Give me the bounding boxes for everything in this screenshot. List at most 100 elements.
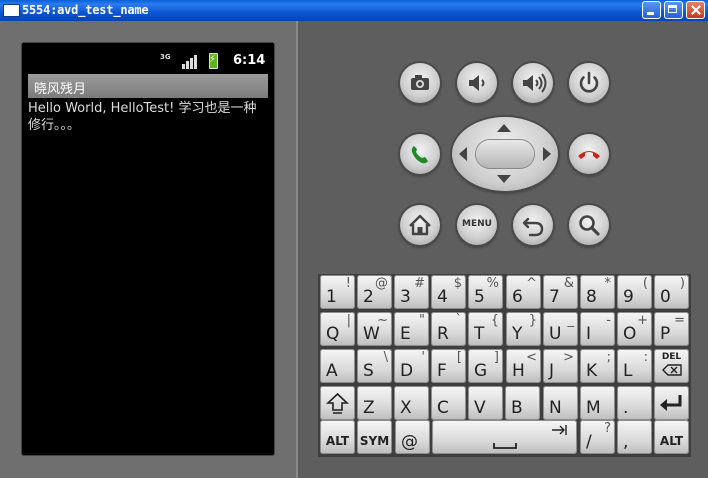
keyboard-key[interactable]: U _ — [543, 312, 578, 346]
keyboard-key[interactable]: E " — [394, 312, 429, 346]
keyboard-key[interactable]: C — [431, 386, 466, 420]
key-alt-label: [ — [456, 350, 462, 365]
keyboard-key[interactable]: 8 * — [580, 275, 615, 309]
dpad-left-arrow[interactable] — [459, 147, 467, 161]
keyboard-key[interactable]: R ` — [431, 312, 466, 346]
search-button[interactable] — [569, 205, 609, 245]
key-label: 4 — [437, 287, 448, 307]
window-title: 5554:avd_test_name — [22, 3, 149, 17]
keyboard-key[interactable]: X — [394, 386, 429, 420]
key-label: S — [363, 361, 374, 381]
enter-key[interactable] — [654, 386, 689, 420]
keyboard-key[interactable]: 1! — [320, 275, 355, 309]
delete-key[interactable]: DEL — [654, 349, 689, 383]
key-label: D — [400, 361, 414, 381]
key-alt-label: " — [419, 313, 425, 328]
keyboard-key[interactable]: 7 & — [543, 275, 578, 309]
keyboard-key[interactable]: 6 ^ — [506, 275, 541, 309]
keyboard-key[interactable]: 2 @ — [357, 275, 392, 309]
space-key[interactable] — [432, 420, 577, 454]
shift-key[interactable] — [320, 386, 355, 420]
home-button[interactable] — [400, 205, 440, 245]
minimize-button[interactable] — [642, 1, 661, 19]
menu-button[interactable]: MENU — [457, 205, 497, 245]
device-screen[interactable]: 3G 6:14 晓风残月 Hello World, HelloTest! 学习也… — [22, 43, 274, 455]
key-label: Y — [512, 324, 523, 344]
keyboard-key[interactable]: I- — [580, 312, 615, 346]
key-alt-label: # — [414, 276, 425, 291]
alt-key-left[interactable]: ALT — [320, 420, 355, 454]
back-button[interactable] — [513, 205, 553, 245]
key-label: M — [586, 398, 601, 418]
at-key[interactable]: @ — [395, 420, 430, 454]
keyboard-key[interactable]: 5% — [468, 275, 503, 309]
power-button[interactable] — [569, 63, 609, 103]
key-label: 6 — [512, 287, 523, 307]
keyboard-key[interactable]: T{ — [468, 312, 503, 346]
keyboard-key[interactable]: W ~ — [357, 312, 392, 346]
key-alt-label: } — [528, 313, 537, 328]
key-alt-label: ~ — [377, 313, 388, 328]
keyboard-key[interactable]: G] — [468, 349, 503, 383]
dpad-center-button[interactable] — [476, 140, 534, 168]
key-label: U — [549, 324, 562, 344]
key-alt-label: ) — [679, 276, 685, 291]
keyboard-key[interactable]: Q | — [320, 312, 355, 346]
maximize-button[interactable] — [664, 1, 683, 19]
keyboard-key[interactable]: L: — [617, 349, 652, 383]
call-button[interactable] — [400, 134, 440, 174]
keyboard-key[interactable]: F[ — [431, 349, 466, 383]
comma-key[interactable]: , — [617, 420, 652, 454]
enter-icon — [660, 395, 682, 411]
keyboard-key[interactable]: J > — [543, 349, 578, 383]
key-label: V — [474, 398, 486, 418]
volume-up-button[interactable] — [513, 63, 553, 103]
slash-key[interactable]: / ? — [580, 420, 615, 454]
keyboard-key[interactable]: 4 $ — [431, 275, 466, 309]
keyboard-key[interactable]: 0) — [654, 275, 689, 309]
keyboard-key[interactable]: V — [468, 386, 503, 420]
volume-down-button[interactable] — [457, 63, 497, 103]
key-alt-label: : — [643, 350, 648, 365]
keyboard-key[interactable]: K; — [580, 349, 615, 383]
key-label: 9 — [623, 287, 634, 307]
keyboard-key[interactable]: H < — [506, 349, 541, 383]
dpad-right-arrow[interactable] — [543, 147, 551, 161]
sym-key[interactable]: SYM — [357, 420, 392, 454]
key-label: 7 — [549, 287, 560, 307]
search-icon — [579, 215, 600, 236]
keyboard-key[interactable]: O + — [617, 312, 652, 346]
keyboard-key[interactable]: 9( — [617, 275, 652, 309]
keyboard-key[interactable]: P = — [654, 312, 689, 346]
keyboard-key[interactable]: S \ — [357, 349, 392, 383]
app-title: 晓风残月 — [34, 82, 87, 97]
key-alt-label: ' — [421, 350, 425, 365]
key-alt-label: \ — [383, 350, 388, 365]
camera-button[interactable] — [400, 63, 440, 103]
keyboard-key[interactable]: 3 # — [394, 275, 429, 309]
keyboard-key[interactable]: Y} — [506, 312, 541, 346]
keyboard-key[interactable]: Z — [357, 386, 392, 420]
key-alt-label: ` — [455, 313, 463, 328]
close-button[interactable] — [686, 1, 705, 19]
key-alt-label: ; — [606, 350, 611, 365]
key-alt-label: | — [346, 313, 351, 328]
keyboard-key[interactable]: . — [617, 386, 652, 420]
keyboard-key[interactable]: A — [320, 349, 355, 383]
dpad-up-arrow[interactable] — [497, 124, 511, 132]
keyboard-key[interactable]: D ' — [394, 349, 429, 383]
app-content-text: Hello World, HelloTest! 学习也是一种修行。。。 — [28, 101, 257, 133]
keyboard-key[interactable]: M — [580, 386, 615, 420]
volume-down-icon — [469, 75, 485, 91]
keyboard-key[interactable]: B — [505, 386, 540, 420]
key-label: B — [511, 398, 523, 418]
key-label: 2 — [363, 287, 374, 307]
window-icon — [3, 4, 20, 17]
end-call-button[interactable] — [569, 134, 609, 174]
key-alt-label: % — [486, 276, 499, 291]
keyboard-key[interactable]: N — [543, 386, 578, 420]
alt-key-right[interactable]: ALT — [654, 420, 689, 454]
shift-icon — [325, 392, 350, 414]
key-label: C — [437, 398, 449, 418]
dpad-down-arrow[interactable] — [497, 175, 511, 183]
